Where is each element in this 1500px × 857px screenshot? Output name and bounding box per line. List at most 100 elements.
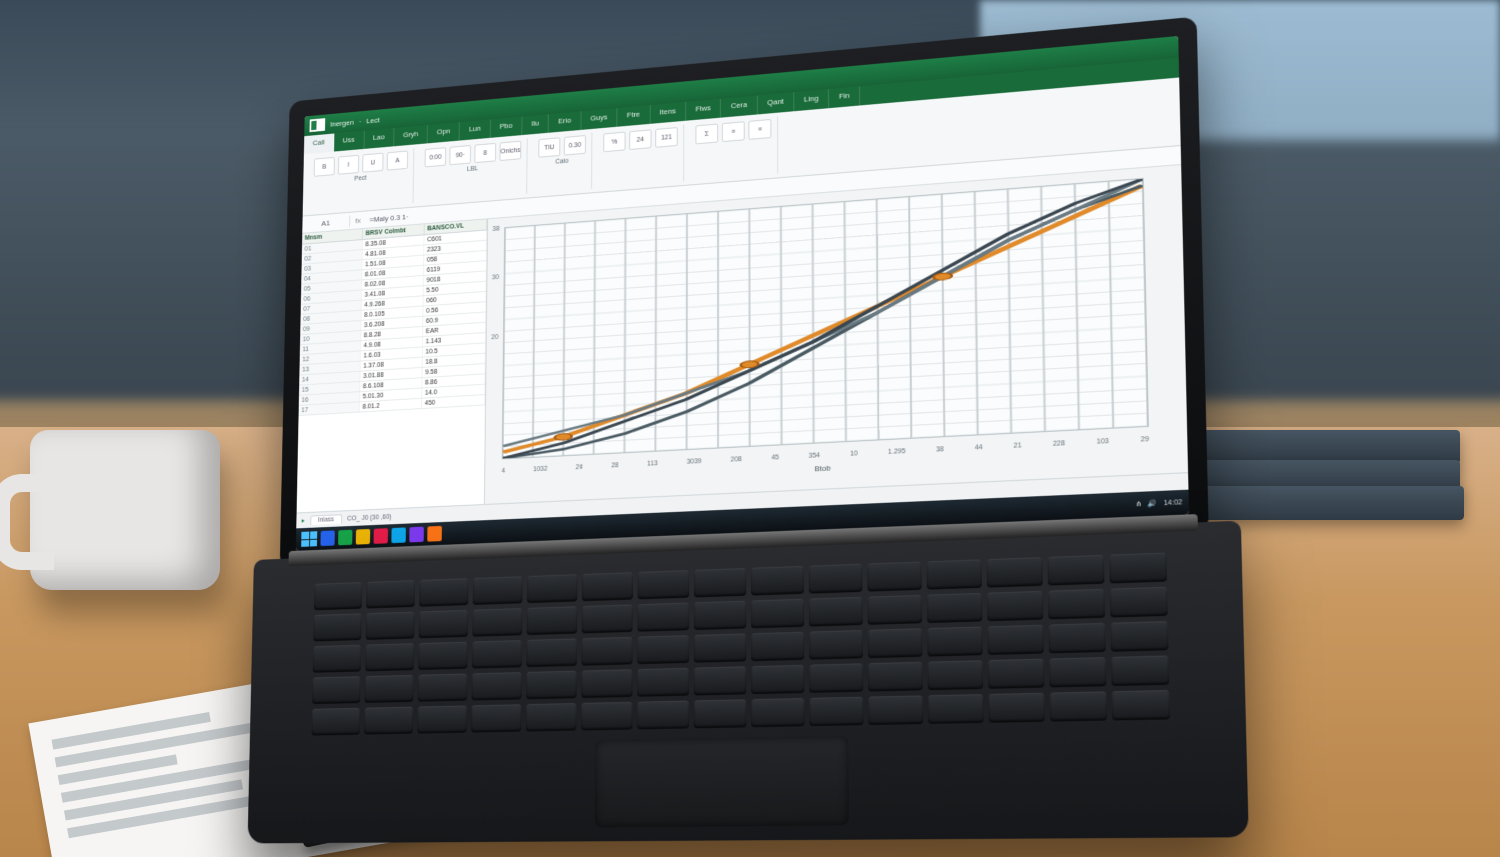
key <box>1110 587 1168 618</box>
y-tick: 30 <box>492 273 499 280</box>
key <box>473 576 523 605</box>
wifi-icon[interactable]: ⋔ <box>1135 500 1141 508</box>
ribbon-button[interactable]: 121 <box>655 127 677 148</box>
fx-icon[interactable]: fx <box>350 216 366 225</box>
keyboard <box>311 553 1169 736</box>
x-tick: 3039 <box>687 458 702 466</box>
key <box>928 694 984 724</box>
ribbon-button[interactable]: TIU <box>538 137 560 157</box>
ribbon-button[interactable]: A <box>387 151 408 171</box>
ribbon-button[interactable]: ≡ <box>748 119 771 140</box>
ribbon-group: BIUAPect <box>308 148 414 211</box>
taskbar-app-icon[interactable] <box>356 529 370 545</box>
x-tick: 113 <box>647 460 658 467</box>
ribbon-button[interactable]: I <box>338 155 359 175</box>
key <box>927 593 982 623</box>
key <box>311 708 360 736</box>
key <box>694 568 746 597</box>
key <box>314 582 362 610</box>
key <box>582 604 633 633</box>
key <box>581 702 632 731</box>
key <box>637 668 689 697</box>
key <box>1048 589 1105 620</box>
key <box>751 566 804 596</box>
ribbon-button[interactable]: 0.30 <box>564 135 586 155</box>
key <box>418 642 467 670</box>
key <box>809 663 863 693</box>
x-tick: 208 <box>731 456 742 463</box>
ribbon-button[interactable]: Σ <box>695 124 718 145</box>
system-tray[interactable]: ⋔ 🔊 14:02 <box>1135 498 1182 508</box>
x-tick: 44 <box>975 444 983 451</box>
taskbar-app-icon[interactable] <box>427 526 442 542</box>
key <box>809 630 863 660</box>
key <box>694 699 747 728</box>
ribbon-button[interactable]: ≡ <box>722 121 745 142</box>
ribbon-button[interactable]: U <box>362 153 383 173</box>
key <box>527 606 578 635</box>
key <box>637 701 689 730</box>
key <box>928 660 984 690</box>
sheet-tab[interactable]: Inlass <box>310 514 342 525</box>
ribbon-button[interactable]: 24 <box>629 129 651 150</box>
key <box>1049 623 1106 653</box>
key <box>417 705 467 733</box>
ribbon-group: Σ≡≡ <box>690 116 778 180</box>
taskbar-app-icon[interactable] <box>374 528 389 544</box>
spreadsheet-app: Inergen · Lect CallUssLaoGryhOpnLunPboIl… <box>296 36 1189 551</box>
status-info: CO_ J0 (30 ,60) <box>347 513 391 522</box>
ribbon-button[interactable]: B <box>314 157 335 177</box>
x-tick: 228 <box>1053 440 1065 448</box>
key <box>472 640 522 668</box>
key <box>751 698 804 727</box>
key <box>365 643 414 671</box>
x-tick: 1032 <box>533 466 547 473</box>
ribbon-group: %24121 <box>598 125 685 189</box>
taskbar-app-icon[interactable] <box>338 530 352 546</box>
data-grid[interactable]: MnsmBRSV ColmbtBANSCO.VL 018.35.08C60102… <box>297 219 488 512</box>
key <box>694 666 746 695</box>
x-tick: 103 <box>1097 438 1109 446</box>
key <box>366 580 415 608</box>
key <box>868 595 923 625</box>
start-button[interactable] <box>301 531 317 547</box>
key <box>751 599 804 629</box>
x-tick: 2¢ <box>576 464 583 471</box>
key <box>365 675 414 703</box>
ribbon-group: 0:0090·8OnichsLBL <box>419 138 528 202</box>
key <box>868 695 923 725</box>
ribbon-button[interactable]: 8 <box>474 143 496 163</box>
ribbon-button[interactable]: 90· <box>449 145 471 165</box>
ribbon-button[interactable]: % <box>603 132 625 153</box>
key <box>637 635 689 664</box>
taskbar-app-icon[interactable] <box>320 530 334 546</box>
ribbon-button[interactable]: Onichs <box>499 141 521 161</box>
volume-icon[interactable]: 🔊 <box>1148 499 1157 508</box>
key <box>582 572 633 601</box>
key <box>1110 621 1168 652</box>
x-tick: 1.295 <box>888 448 906 456</box>
key <box>1111 655 1169 686</box>
key <box>638 570 690 599</box>
coffee-mug <box>30 430 220 590</box>
ribbon-button[interactable]: 0:00 <box>425 147 447 167</box>
x-tick: 21 <box>1014 442 1022 449</box>
taskbar-app-icon[interactable] <box>409 527 424 543</box>
key <box>527 574 577 603</box>
key <box>313 645 361 673</box>
chart-plot-area: 203038 <box>502 178 1149 460</box>
app-logo-icon <box>309 118 325 132</box>
taskbar-app-icon[interactable] <box>391 527 406 543</box>
laptop-base <box>248 521 1249 844</box>
embedded-chart[interactable]: 203038 410322¢28113303920845354101.29538… <box>485 165 1188 504</box>
name-box[interactable]: A1 <box>302 215 350 231</box>
key <box>419 578 468 607</box>
doc-name: Lect <box>366 115 379 124</box>
key <box>694 633 746 662</box>
key <box>751 665 804 694</box>
x-tick: 354 <box>809 452 821 459</box>
clock[interactable]: 14:02 <box>1164 499 1183 507</box>
key <box>1050 691 1107 721</box>
ribbon-tab[interactable]: Ilu <box>522 114 549 135</box>
y-tick: 38 <box>492 225 499 232</box>
